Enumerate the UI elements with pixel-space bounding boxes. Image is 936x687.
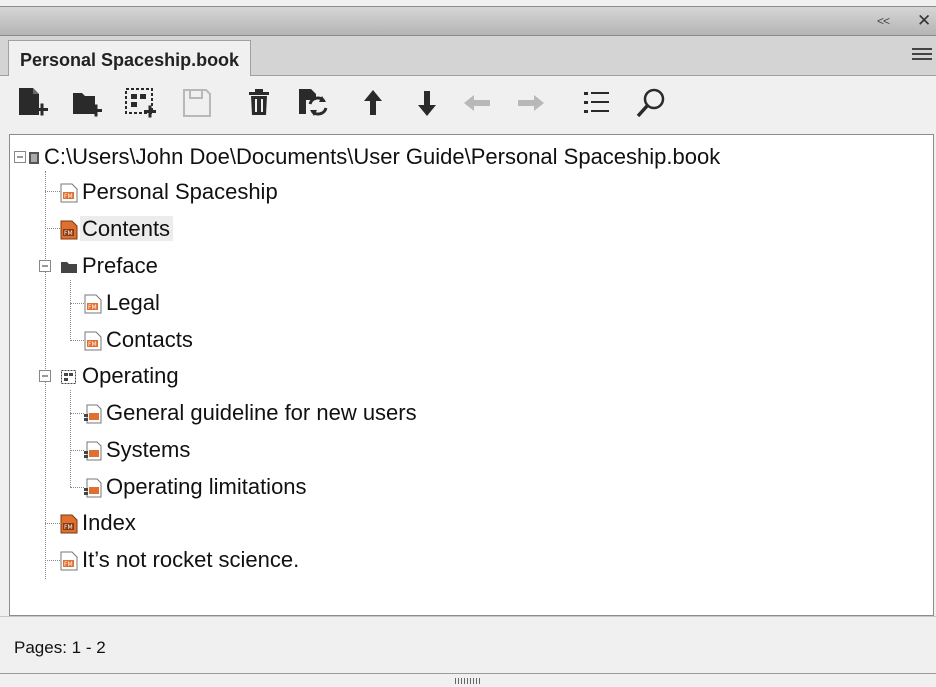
tree-connector <box>45 191 60 192</box>
tree-connector <box>70 303 84 304</box>
svg-text:FM: FM <box>88 341 97 348</box>
svg-text:FM: FM <box>64 524 73 531</box>
fm-file-icon: FM <box>60 183 78 203</box>
add-group-icon[interactable] <box>124 86 158 120</box>
tree-connector <box>70 413 84 414</box>
tree-item-label: Personal Spaceship <box>82 179 278 204</box>
tree-connector <box>45 228 60 229</box>
save-icon[interactable] <box>180 86 214 120</box>
move-up-icon[interactable] <box>356 86 390 120</box>
tree-connector <box>70 487 84 488</box>
fm-file-icon: FM <box>60 551 78 571</box>
panel-title-bar[interactable]: << ✕ <box>0 6 936 36</box>
add-file-icon[interactable] <box>16 86 50 120</box>
tree-connector <box>70 340 84 341</box>
book-icon <box>29 152 39 165</box>
group-icon <box>61 370 76 385</box>
svg-text:FM: FM <box>64 230 73 237</box>
add-folder-icon[interactable] <box>70 86 104 120</box>
tree-item-personal-spaceship[interactable]: FM Personal Spaceship <box>60 175 281 209</box>
tree-connector <box>45 560 60 561</box>
find-icon[interactable] <box>634 86 668 120</box>
status-divider <box>0 616 936 617</box>
move-down-icon[interactable] <box>410 86 444 120</box>
svg-text:FM: FM <box>64 561 73 568</box>
delete-icon[interactable] <box>244 86 278 120</box>
svg-text:FM: FM <box>64 193 73 200</box>
numbering-icon[interactable] <box>580 86 614 120</box>
resize-grip[interactable] <box>455 678 481 684</box>
tree-item-label: Operating <box>82 363 179 388</box>
tab-personal-spaceship-book[interactable]: Personal Spaceship.book <box>8 40 252 76</box>
svg-text:FM: FM <box>88 304 97 311</box>
panel-menu-icon[interactable] <box>912 48 932 63</box>
tree-item-label: Systems <box>106 437 191 462</box>
book-tree[interactable]: C:\Users\John Doe\Documents\User Guide\P… <box>9 134 934 616</box>
collapse-toggle-icon[interactable] <box>39 370 51 382</box>
toolbar <box>0 76 936 130</box>
move-right-icon[interactable] <box>514 86 548 120</box>
tree-item-label: General guideline for new users <box>106 400 417 425</box>
fm-file-icon: FM <box>84 331 102 351</box>
tree-item-label: Operating limitations <box>106 474 307 499</box>
fm-file-icon: FM <box>84 294 102 314</box>
tree-item-label: It’s not rocket science. <box>82 547 300 572</box>
tree-item-label: Contents <box>80 216 174 241</box>
folder-icon <box>61 262 77 274</box>
tree-item-operating-limitations[interactable]: Operating limitations <box>84 470 310 504</box>
collapse-toggle-icon[interactable] <box>39 260 51 272</box>
fm-group-file-icon <box>84 441 102 461</box>
fm-generated-file-icon: FM <box>60 220 78 240</box>
tree-item-label: C:\Users\John Doe\Documents\User Guide\P… <box>44 144 721 169</box>
tree-item-rocket-science[interactable]: FM It’s not rocket science. <box>60 543 302 577</box>
tree-item-label: Contacts <box>106 327 193 352</box>
tree-connector <box>70 280 71 341</box>
tree-connector <box>70 450 84 451</box>
update-book-icon[interactable] <box>296 86 330 120</box>
tree-root-book[interactable]: C:\Users\John Doe\Documents\User Guide\P… <box>28 140 723 174</box>
tab-bar: Personal Spaceship.book <box>0 36 936 76</box>
tree-item-label: Preface <box>82 253 158 278</box>
fm-group-file-icon <box>84 404 102 424</box>
tree-connector <box>70 390 71 487</box>
page-range-status: Pages: 1 - 2 <box>14 638 106 657</box>
tree-item-preface[interactable]: Preface <box>60 249 161 283</box>
fm-group-file-icon <box>84 478 102 498</box>
tree-item-label: Legal <box>106 290 160 315</box>
tree-item-operating[interactable]: Operating <box>60 359 182 393</box>
collapse-panel-icon[interactable]: << <box>877 14 890 28</box>
tree-item-systems[interactable]: Systems <box>84 433 193 467</box>
tree-item-legal[interactable]: FM Legal <box>84 286 163 320</box>
panel-bottom-border <box>0 673 936 674</box>
tree-item-index[interactable]: FM Index <box>60 506 139 540</box>
tree-item-contacts[interactable]: FM Contacts <box>84 323 196 357</box>
tree-item-general-guideline[interactable]: General guideline for new users <box>84 396 420 430</box>
tree-item-contents[interactable]: FM Contents <box>60 212 174 246</box>
collapse-toggle-icon[interactable] <box>14 151 26 163</box>
move-left-icon[interactable] <box>460 86 494 120</box>
tree-item-label: Index <box>82 510 136 535</box>
tree-connector <box>45 523 60 524</box>
fm-generated-file-icon: FM <box>60 514 78 534</box>
close-icon[interactable]: ✕ <box>917 11 931 31</box>
book-panel: << ✕ Personal Spaceship.book C:\Users\Jo… <box>0 0 936 687</box>
